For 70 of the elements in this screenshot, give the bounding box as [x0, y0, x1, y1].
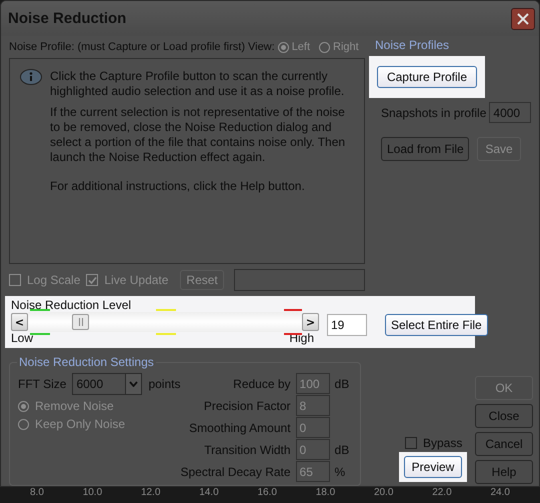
parameter-label: Precision Factor	[202, 398, 291, 412]
ruler-label: 16.0	[257, 487, 277, 500]
fft-size-dropdown[interactable]: 6000	[72, 373, 142, 395]
radio-label: Keep Only Noise	[35, 417, 126, 431]
ruler-label: 10.0	[82, 487, 102, 500]
parameter-label: Transition Width	[203, 442, 291, 456]
unit-label: dB	[334, 376, 350, 390]
window-title: Noise Reduction	[8, 10, 126, 27]
fft-size-label: FFT Size	[18, 377, 66, 391]
info-icon	[20, 69, 42, 85]
noise-profiles-title: Noise Profiles	[374, 38, 450, 52]
view-label: View:	[248, 41, 275, 53]
ruler-label: 14.0	[199, 487, 219, 500]
radio-label: Remove Noise	[35, 399, 114, 413]
info-text: If the current selection is not representative of the noise to be removed, close the Noise Reduction dialog and select a portion of the file that contains noise only. Then launch the Noise Reduction effect again.	[50, 105, 346, 165]
ruler-label: 8.0	[30, 487, 44, 500]
checkbox-label: Live Update	[104, 273, 168, 287]
dialog-button[interactable]: Cancel	[475, 432, 533, 456]
close-button[interactable]	[511, 8, 535, 30]
unit-label: dB	[334, 442, 350, 456]
radio-button[interactable]	[319, 42, 330, 52]
dialog-button[interactable]: Help	[475, 460, 533, 484]
ruler-label: 24.0	[490, 487, 510, 500]
high-label: High	[289, 332, 314, 345]
radio-label: Right	[333, 41, 359, 53]
ruler-label: 18.0	[316, 487, 336, 500]
radio-label: Left	[292, 41, 310, 53]
level-value-field[interactable]: 19	[327, 314, 367, 336]
parameter-field[interactable]: 0	[296, 439, 330, 460]
slider-thumb[interactable]	[72, 314, 90, 330]
dialog-button[interactable]: Close	[475, 404, 533, 428]
snapshots-field[interactable]: 4000	[489, 102, 532, 123]
ruler-label: 22.0	[432, 487, 452, 500]
parameter-label: Smoothing Amount	[188, 420, 291, 434]
ruler-label: 12.0	[140, 487, 160, 500]
checkbox[interactable]	[86, 274, 98, 286]
save-button[interactable]: Save	[477, 137, 521, 161]
parameter-label: Reduce by	[232, 376, 291, 390]
snapshots-label: Snapshots in profile	[381, 106, 486, 120]
fft-unit-label: points	[148, 377, 180, 391]
reset-button[interactable]: Reset	[180, 270, 224, 290]
radio-button[interactable]	[278, 42, 289, 52]
info-text: Click the Capture Profile button to scan the currently highlighted audio selection and use it as a noise profile.	[50, 69, 346, 99]
bypass-label: Bypass	[423, 436, 462, 450]
parameter-label: Spectral Decay Rate	[180, 464, 291, 478]
low-label: Low	[11, 332, 34, 345]
radio-button[interactable]	[18, 418, 29, 430]
checkbox[interactable]	[405, 437, 417, 449]
input-field[interactable]	[234, 269, 365, 291]
select-entire-file-button[interactable]: Select Entire File	[385, 314, 488, 336]
chevron-down-icon	[129, 381, 138, 387]
scroll-left-button[interactable]: <	[11, 313, 28, 331]
parameter-field[interactable]: 0	[296, 417, 330, 438]
scroll-right-button[interactable]: >	[302, 313, 319, 331]
capture-profile-button[interactable]: Capture Profile	[377, 66, 477, 88]
unit-label: %	[334, 464, 346, 478]
parameter-field[interactable]: 8	[296, 395, 330, 416]
noise-profile-label: Noise Profile: (must Capture or Load profile first)	[9, 41, 245, 53]
level-title: Noise Reduction Level	[11, 299, 132, 312]
parameter-field[interactable]: 65	[296, 461, 330, 482]
checkbox-label: Log Scale	[27, 273, 80, 287]
info-text: For additional instructions, click the Help button.	[50, 179, 306, 194]
parameter-field[interactable]: 100	[296, 373, 330, 394]
settings-title: Noise Reduction Settings	[17, 355, 156, 369]
radio-button[interactable]	[18, 400, 29, 412]
ruler-label: 20.0	[374, 487, 394, 500]
load-from-file-button[interactable]: Load from File	[381, 137, 469, 161]
close-icon	[517, 12, 529, 24]
checkbox[interactable]	[9, 274, 21, 286]
preview-button[interactable]: Preview	[404, 456, 462, 478]
